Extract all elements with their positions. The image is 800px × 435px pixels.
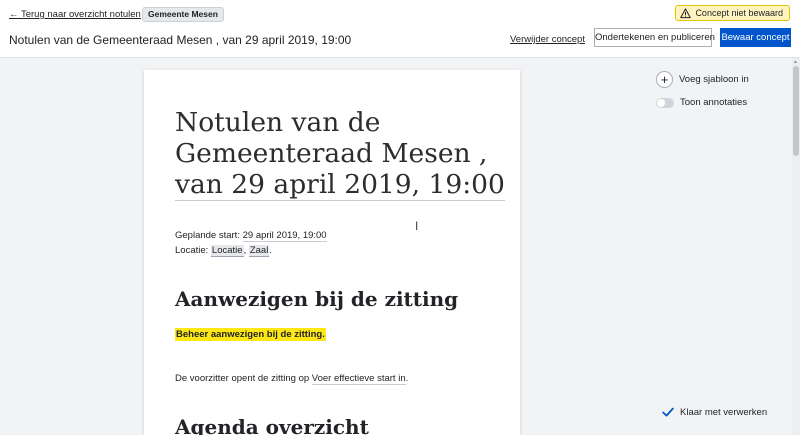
annotations-toggle-row: Toon annotaties [656, 97, 747, 108]
top-toolbar: ← Terug naar overzicht notulen Gemeente … [0, 0, 800, 58]
title-line-1: Notulen van de [175, 107, 381, 138]
title-line-3[interactable]: van 29 april 2019, 19:00 [175, 169, 505, 201]
done-processing-label: Klaar met verwerken [680, 406, 768, 418]
save-concept-button[interactable]: Bewaar concept [720, 28, 791, 47]
location-row: Locatie: Locatie, Zaal. [175, 243, 327, 258]
check-icon [662, 407, 674, 417]
section-heading-attendees: Aanwezigen bij de zitting [175, 287, 459, 311]
annotations-toggle[interactable] [656, 97, 674, 108]
insert-template-button[interactable]: + Voeg sjabloon in [656, 71, 749, 88]
vertical-scrollbar[interactable]: ▲ [792, 58, 800, 435]
section-heading-agenda: Agenda overzicht [175, 415, 369, 435]
scroll-up-icon[interactable]: ▲ [793, 59, 798, 65]
editor-title[interactable]: Notulen van de Gemeenteraad Mesen , van … [175, 107, 505, 201]
location-chip[interactable]: Locatie [210, 245, 244, 257]
location-end: . [269, 245, 272, 256]
planned-start-value[interactable]: 29 april 2019, 19:00 [242, 230, 327, 242]
opening-suffix: . [405, 373, 409, 384]
done-processing-button[interactable]: Klaar met verwerken [662, 406, 767, 418]
planned-start-label: Geplande start: [175, 230, 243, 241]
status-badge-label: Concept niet bewaard [695, 8, 783, 18]
session-meta: Geplande start: 29 april 2019, 19:00 Loc… [175, 228, 327, 258]
toggle-knob [657, 98, 665, 107]
document-title: Notulen van de Gemeenteraad Mesen , van … [9, 33, 352, 47]
back-to-overview-link[interactable]: ← Terug naar overzicht notulen [9, 9, 141, 20]
delete-concept-link[interactable]: Verwijder concept [510, 34, 585, 45]
document-editor[interactable]: Notulen van de Gemeenteraad Mesen , van … [144, 70, 520, 435]
title-line-2: Gemeenteraad Mesen , [175, 138, 488, 169]
annotations-toggle-label: Toon annotaties [680, 97, 748, 108]
room-chip[interactable]: Zaal [248, 245, 270, 257]
opening-prefix: De voorzitter opent de zitting op [175, 373, 312, 384]
planned-start-row: Geplande start: 29 april 2019, 19:00 [175, 228, 327, 243]
warning-icon [680, 7, 692, 18]
plus-icon: + [656, 71, 673, 88]
scrollbar-thumb[interactable] [793, 66, 799, 156]
sign-and-publish-button[interactable]: Ondertekenen en publiceren [594, 28, 715, 47]
effective-start-placeholder[interactable]: Voer effectieve start in [311, 373, 406, 385]
status-badge: Concept niet bewaard [675, 5, 790, 21]
opening-paragraph: De voorzitter opent de zitting op Voer e… [175, 373, 409, 385]
manage-attendees-link[interactable]: Beheer aanwezigen bij de zitting. [175, 328, 326, 341]
text-cursor-icon: I [415, 219, 419, 233]
municipality-pill: Gemeente Mesen [142, 7, 224, 22]
insert-template-label: Voeg sjabloon in [679, 74, 749, 85]
location-label: Locatie: [175, 245, 211, 256]
